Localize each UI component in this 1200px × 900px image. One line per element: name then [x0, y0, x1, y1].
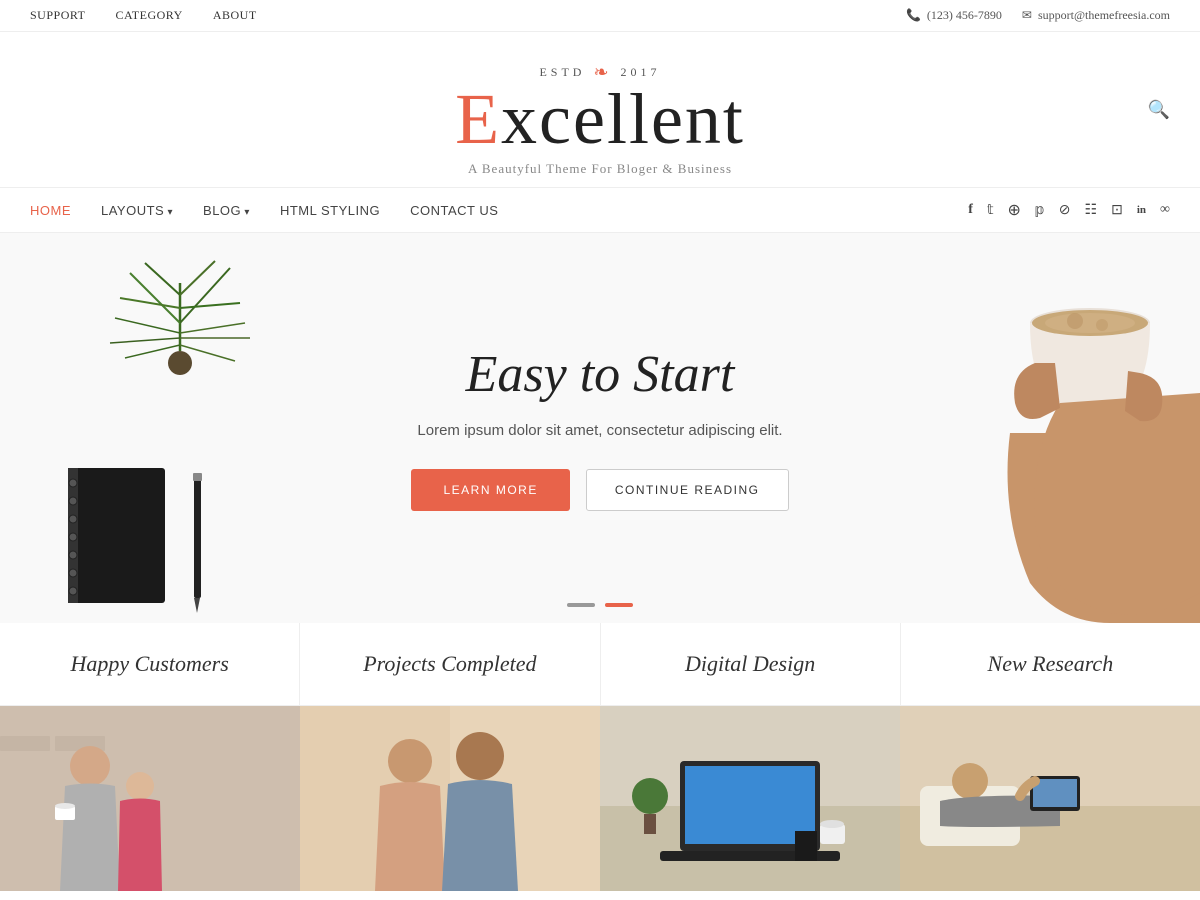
hero-buttons: LEARN MORE CONTINUE READING [411, 469, 788, 511]
hero-content: Easy to Start Lorem ipsum dolor sit amet… [411, 345, 788, 511]
social-instagram[interactable]: ☷ [1085, 202, 1098, 219]
search-icon[interactable]: 🔍 [1148, 99, 1170, 120]
estd-label: ESTD [539, 65, 585, 80]
main-nav: HOME LAYOUTS BLOG HTML STYLING CONTACT U… [0, 187, 1200, 233]
stat-happy-customers: Happy Customers [0, 623, 300, 705]
site-tagline: A Beautyful Theme For Bloger & Business [20, 161, 1180, 177]
social-linkedin[interactable]: in [1137, 204, 1146, 216]
nav-layouts[interactable]: LAYOUTS [101, 203, 173, 218]
plant-decoration [100, 253, 280, 433]
social-facebook[interactable]: f [968, 202, 973, 218]
hero-text: Lorem ipsum dolor sit amet, consectetur … [411, 422, 788, 439]
social-flickr[interactable]: ⊡ [1111, 202, 1123, 219]
image-grid [0, 706, 1200, 891]
grid-image-laptop[interactable] [600, 706, 900, 891]
notebook-decoration [60, 463, 206, 613]
top-contact: 📞 (123) 456-7890 ✉ support@themefreesia.… [906, 8, 1170, 23]
social-dribbble[interactable]: ⊘ [1059, 202, 1071, 219]
email-info: ✉ support@themefreesia.com [1022, 8, 1170, 23]
nav-blog[interactable]: BLOG [203, 203, 250, 218]
nav-home[interactable]: HOME [30, 203, 71, 218]
social-pinterest[interactable]: 𝕡 [1035, 202, 1045, 219]
top-nav-support[interactable]: SUPPORT [30, 8, 85, 23]
stat-digital-design: Digital Design [601, 623, 901, 705]
email-icon: ✉ [1022, 8, 1032, 23]
phone-number: (123) 456-7890 [927, 8, 1002, 23]
grid-image-reading[interactable] [900, 706, 1200, 891]
hero-deco-right [980, 233, 1200, 623]
nav-html-styling[interactable]: HTML STYLING [280, 203, 380, 218]
site-logo[interactable]: Excellent [20, 83, 1180, 155]
social-google-plus[interactable]: ⊕ [1007, 200, 1020, 220]
hero-deco-left [0, 233, 310, 623]
nav-contact-us[interactable]: CONTACT US [410, 203, 498, 218]
hero-title: Easy to Start [411, 345, 788, 404]
continue-reading-button[interactable]: CONTINUE READING [586, 469, 789, 511]
top-nav-category[interactable]: CATEGORY [115, 8, 182, 23]
phone-icon: 📞 [906, 8, 921, 23]
social-twitter[interactable]: 𝕥 [987, 202, 994, 219]
top-nav-about[interactable]: ABOUT [213, 8, 257, 23]
estd-year: 2017 [621, 65, 661, 80]
grid-image-couple[interactable] [300, 706, 600, 891]
stats-bar: Happy Customers Projects Completed Digit… [0, 623, 1200, 706]
nav-links: HOME LAYOUTS BLOG HTML STYLING CONTACT U… [30, 203, 498, 218]
social-links: f 𝕥 ⊕ 𝕡 ⊘ ☷ ⊡ in ∞ [968, 200, 1170, 220]
top-bar: SUPPORT CATEGORY ABOUT 📞 (123) 456-7890 … [0, 0, 1200, 32]
social-link[interactable]: ∞ [1160, 202, 1170, 218]
email-address: support@themefreesia.com [1038, 8, 1170, 23]
learn-more-button[interactable]: LEARN MORE [411, 469, 569, 511]
dot-2[interactable] [605, 603, 633, 607]
top-nav: SUPPORT CATEGORY ABOUT [30, 8, 257, 23]
slider-dots [567, 603, 633, 607]
hero-section: Easy to Start Lorem ipsum dolor sit amet… [0, 233, 1200, 623]
logo-rest: xcellent [501, 79, 745, 159]
logo-first-letter: E [455, 79, 501, 159]
stat-projects-completed: Projects Completed [300, 623, 600, 705]
grid-image-family[interactable] [0, 706, 300, 891]
stat-new-research: New Research [901, 623, 1200, 705]
dot-1[interactable] [567, 603, 595, 607]
phone-info: 📞 (123) 456-7890 [906, 8, 1002, 23]
site-header: ESTD ❧ 2017 Excellent A Beautyful Theme … [0, 32, 1200, 187]
